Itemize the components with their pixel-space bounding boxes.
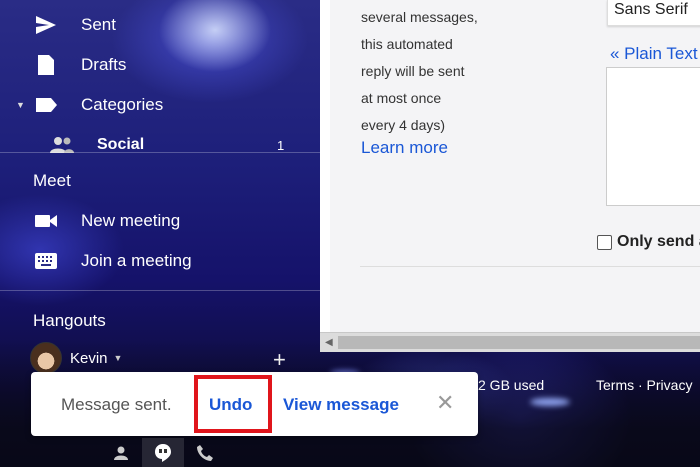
hangouts-section-title: Hangouts	[33, 311, 106, 330]
avatar	[30, 342, 62, 374]
hangouts-bottom-bar	[100, 438, 226, 467]
storage-usage: 2 GB used	[478, 377, 545, 393]
plus-icon[interactable]: +	[273, 349, 286, 371]
horizontal-scrollbar[interactable]: ◀	[320, 332, 700, 352]
meet-section-title: Meet	[33, 171, 71, 190]
snackbar-message: Message sent.	[61, 395, 172, 414]
terms-privacy-links[interactable]: Terms · Privacy	[596, 377, 692, 393]
hangouts-tab[interactable]	[142, 438, 184, 467]
phone-icon	[197, 444, 213, 461]
sidebar-item-label: Sent	[81, 15, 116, 34]
only-send-checkbox[interactable]	[597, 234, 612, 250]
contacts-tab[interactable]	[100, 438, 142, 467]
hangouts-user-name: Kevin	[70, 349, 108, 367]
only-send-option[interactable]: Only send a	[597, 233, 700, 251]
sidebar-item-label: Drafts	[81, 55, 127, 74]
person-icon	[114, 446, 128, 460]
view-message-button[interactable]: View message	[283, 395, 399, 415]
label-icon	[33, 93, 59, 117]
panel-divider	[360, 266, 700, 267]
sidebar-item-label: Join a meeting	[81, 251, 192, 270]
expand-caret-icon[interactable]: ▼	[16, 100, 25, 110]
keyboard-icon	[33, 249, 59, 273]
settings-panel: several messages, this automated reply w…	[320, 0, 700, 352]
sidebar-item-join-meeting[interactable]: Join a meeting	[0, 242, 320, 280]
phone-tab[interactable]	[184, 438, 226, 467]
video-icon	[33, 209, 59, 233]
unread-count: 1	[277, 137, 285, 153]
sidebar-divider	[0, 152, 320, 153]
draft-icon	[33, 53, 59, 77]
scroll-left-icon[interactable]: ◀	[325, 337, 333, 348]
undo-button[interactable]: Undo	[209, 395, 252, 415]
send-icon	[33, 13, 59, 37]
sidebar-divider	[0, 290, 320, 291]
hangouts-icon	[155, 443, 171, 462]
close-icon[interactable]: ✕	[436, 392, 454, 414]
scrollbar-thumb[interactable]	[338, 336, 700, 349]
plain-text-link[interactable]: « Plain Text	[610, 44, 698, 64]
sidebar-item-social[interactable]: Social 1	[0, 126, 320, 164]
sidebar-item-sent[interactable]: Sent	[0, 6, 320, 44]
chevron-down-icon: ▼	[113, 353, 123, 363]
sidebar-item-label: Categories	[81, 95, 164, 114]
sidebar-item-categories[interactable]: ▼ Categories	[0, 86, 320, 124]
auto-reply-description: several messages, this automated reply w…	[361, 9, 478, 133]
people-icon	[49, 133, 75, 157]
hangouts-user-selector[interactable]: Kevin ▼	[30, 342, 122, 374]
message-textarea[interactable]	[606, 67, 700, 206]
sidebar-item-label: New meeting	[81, 211, 181, 230]
sidebar-item-drafts[interactable]: Drafts	[0, 46, 320, 84]
settings-content: several messages, this automated reply w…	[330, 0, 700, 332]
learn-more-link[interactable]: Learn more	[361, 138, 448, 158]
sidebar-item-new-meeting[interactable]: New meeting	[0, 202, 320, 240]
only-send-label: Only send a	[617, 233, 700, 250]
font-select[interactable]: Sans Serif	[607, 0, 700, 26]
message-sent-snackbar: Message sent. Undo View message ✕	[31, 372, 478, 436]
